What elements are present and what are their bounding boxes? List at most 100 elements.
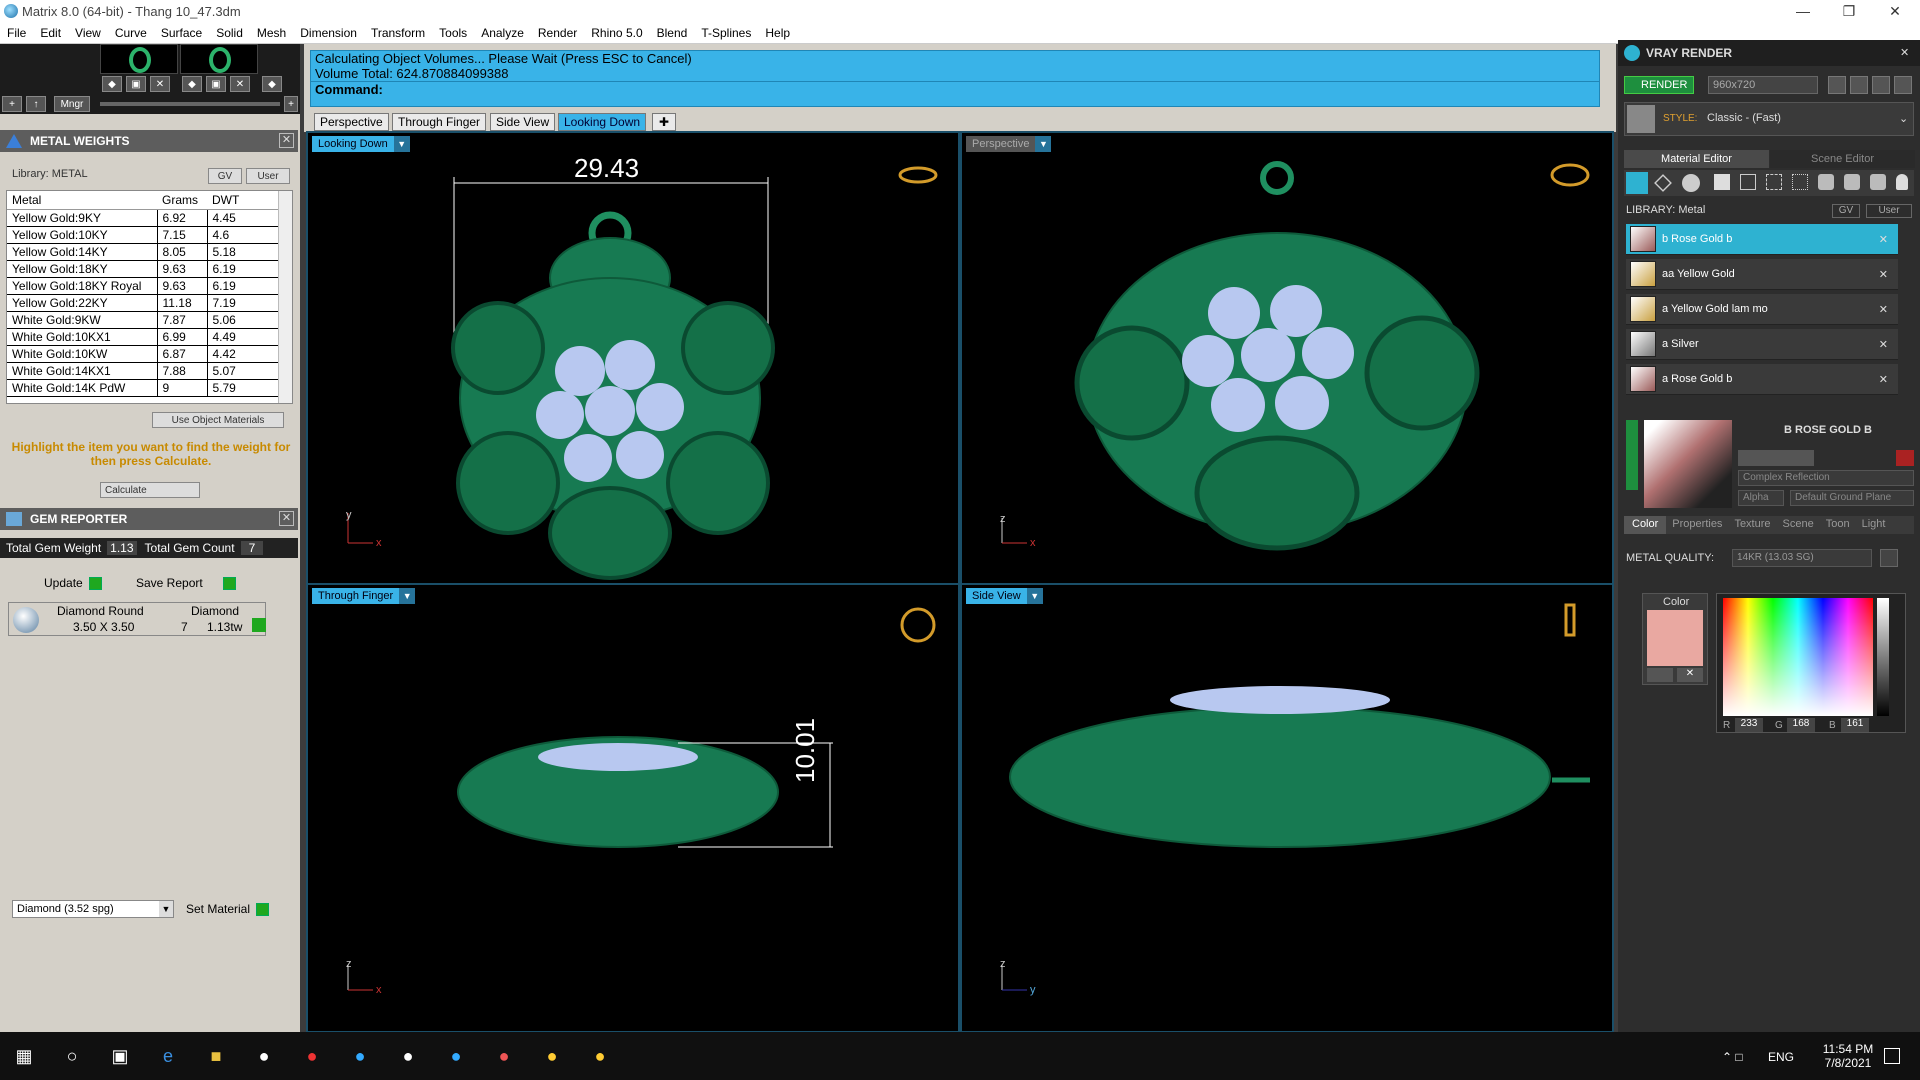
thumb-slider[interactable] xyxy=(100,102,280,106)
metal-gv-toggle[interactable]: GV xyxy=(208,168,242,184)
menu-solid[interactable]: Solid xyxy=(209,26,250,40)
vray-close-icon[interactable]: ✕ xyxy=(1900,46,1909,59)
column-header-metal[interactable]: Metal xyxy=(7,191,157,210)
material-item[interactable]: a Yellow Gold lam mo ✕ xyxy=(1626,294,1898,325)
color-swatch[interactable] xyxy=(1647,610,1703,666)
app-icon-3[interactable]: ● xyxy=(392,1040,424,1072)
subtab-light[interactable]: Light xyxy=(1856,516,1892,534)
list-icon[interactable] xyxy=(1872,76,1890,94)
material-item[interactable]: b Rose Gold b ✕ xyxy=(1626,224,1898,255)
menu-tsplines[interactable]: T-Splines xyxy=(694,26,758,40)
table-row[interactable]: Yellow Gold:9KY 6.92 4.45 xyxy=(7,209,279,227)
chrome-icon[interactable]: ● xyxy=(488,1040,520,1072)
subtab-scene[interactable]: Scene xyxy=(1777,516,1820,534)
zalo-icon[interactable]: ● xyxy=(344,1040,376,1072)
menu-rhino[interactable]: Rhino 5.0 xyxy=(584,26,649,40)
table-row[interactable]: White Gold:14KX1 7.88 5.07 xyxy=(7,362,279,380)
column-header-dwt[interactable]: DWT xyxy=(207,191,279,210)
notification-icon[interactable] xyxy=(1884,1048,1900,1064)
menu-analyze[interactable]: Analyze xyxy=(474,26,531,40)
matrix-icon[interactable]: ● xyxy=(536,1040,568,1072)
gem-row-play-icon[interactable] xyxy=(252,618,266,632)
lightbulb-icon[interactable] xyxy=(1896,174,1908,190)
grid-icon[interactable] xyxy=(1766,174,1782,190)
menu-help[interactable]: Help xyxy=(758,26,797,40)
subtab-texture[interactable]: Texture xyxy=(1728,516,1776,534)
rewind-icon[interactable] xyxy=(1828,76,1846,94)
material-item[interactable]: aa Yellow Gold ✕ xyxy=(1626,259,1898,290)
texture-icon[interactable] xyxy=(1740,174,1756,190)
viewport-looking-down[interactable]: Looking Down ▼ 29.43 y x xyxy=(308,133,958,583)
edge-icon[interactable]: e xyxy=(152,1040,184,1072)
metal-weights-close-icon[interactable]: ✕ xyxy=(279,133,294,148)
remove-icon[interactable]: ✕ xyxy=(1879,303,1888,316)
menu-file[interactable]: File xyxy=(0,26,33,40)
minimize-button[interactable]: — xyxy=(1780,0,1826,22)
r-value[interactable]: 233 xyxy=(1735,718,1763,732)
viewport-perspective[interactable]: Perspective ▼ z x xyxy=(962,133,1612,583)
square-icon[interactable] xyxy=(1714,174,1730,190)
material-item[interactable]: a Rose Gold b ✕ xyxy=(1626,364,1898,395)
file-explorer-icon[interactable]: ■ xyxy=(200,1040,232,1072)
vray-user-toggle[interactable]: User xyxy=(1866,204,1912,218)
menu-render[interactable]: Render xyxy=(531,26,584,40)
gem-material-select[interactable]: Diamond (3.52 spg) ▼ xyxy=(12,900,174,918)
paint-icon[interactable] xyxy=(1870,174,1886,190)
cloud-icon[interactable] xyxy=(1818,174,1834,190)
app-icon-2[interactable]: ● xyxy=(296,1040,328,1072)
remove-icon[interactable]: ✕ xyxy=(1879,373,1888,386)
thumbnail-1[interactable] xyxy=(100,44,178,74)
app-icon-1[interactable]: ● xyxy=(248,1040,280,1072)
tab-through-finger[interactable]: Through Finger xyxy=(392,113,487,131)
tab-looking-down[interactable]: Looking Down xyxy=(558,113,647,131)
thumb-add-icon-2[interactable]: ◆ xyxy=(182,76,202,92)
language-indicator[interactable]: ENG xyxy=(1768,1050,1794,1064)
save-report-button[interactable]: Save Report xyxy=(136,574,236,592)
table-row[interactable]: Yellow Gold:10KY 7.15 4.6 xyxy=(7,226,279,244)
table-row[interactable]: Yellow Gold:18KY 9.63 6.19 xyxy=(7,260,279,278)
metal-user-toggle[interactable]: User xyxy=(246,168,290,184)
windows-start-icon[interactable]: ▦ xyxy=(8,1040,40,1072)
sphere-icon[interactable] xyxy=(1682,174,1700,192)
viewport-through-finger[interactable]: Through Finger ▼ 10.01 z x xyxy=(308,585,958,1031)
search-icon[interactable]: ○ xyxy=(56,1040,88,1072)
remove-icon[interactable]: ✕ xyxy=(1879,268,1888,281)
tab-scene-editor[interactable]: Scene Editor xyxy=(1770,150,1915,168)
material-item[interactable]: a Silver ✕ xyxy=(1626,329,1898,360)
thumb-add-icon[interactable]: ◆ xyxy=(102,76,122,92)
remove-icon[interactable]: ✕ xyxy=(1879,338,1888,351)
manager-button[interactable]: Mngr xyxy=(54,96,90,112)
menu-curve[interactable]: Curve xyxy=(108,26,154,40)
calculate-button[interactable]: Calculate xyxy=(100,482,200,498)
thumb-save-icon-2[interactable]: ▣ xyxy=(206,76,226,92)
thumb-save-icon[interactable]: ▣ xyxy=(126,76,146,92)
table-row[interactable]: White Gold:10KW 6.87 4.42 xyxy=(7,345,279,363)
table-row[interactable]: White Gold:10KX1 6.99 4.49 xyxy=(7,328,279,346)
menu-edit[interactable]: Edit xyxy=(33,26,68,40)
thumb-delete-icon-2[interactable]: ✕ xyxy=(230,76,250,92)
task-view-icon[interactable]: ▣ xyxy=(104,1040,136,1072)
thumb-plus-icon[interactable]: + xyxy=(284,96,298,112)
plus-icon[interactable]: + xyxy=(2,96,22,112)
menu-mesh[interactable]: Mesh xyxy=(250,26,293,40)
gem-icon[interactable] xyxy=(1654,174,1672,192)
viewport-side-view[interactable]: Side View ▼ z y xyxy=(962,585,1612,1031)
remove-icon[interactable]: ✕ xyxy=(1879,233,1888,246)
column-header-grams[interactable]: Grams xyxy=(157,191,207,210)
vray-gv-toggle[interactable]: GV xyxy=(1832,204,1860,218)
table-row[interactable]: White Gold:9KW 7.87 5.06 xyxy=(7,311,279,329)
clock[interactable]: 11:54 PM 7/8/2021 xyxy=(1818,1042,1878,1070)
collapse-icon[interactable] xyxy=(1626,420,1638,490)
tab-perspective[interactable]: Perspective xyxy=(314,113,389,131)
window-icon[interactable] xyxy=(1894,76,1912,94)
menu-tools[interactable]: Tools xyxy=(432,26,474,40)
settings-icon[interactable] xyxy=(1880,549,1898,567)
frame-icon[interactable] xyxy=(1850,76,1868,94)
color-spectrum[interactable] xyxy=(1723,598,1873,716)
pattern-icon[interactable] xyxy=(1792,174,1808,190)
menu-blend[interactable]: Blend xyxy=(650,26,695,40)
refresh-icon[interactable] xyxy=(1896,450,1914,466)
subtab-properties[interactable]: Properties xyxy=(1666,516,1728,534)
b-value[interactable]: 161 xyxy=(1841,718,1869,732)
system-tray-icons[interactable]: ⌃ □ xyxy=(1722,1050,1743,1064)
